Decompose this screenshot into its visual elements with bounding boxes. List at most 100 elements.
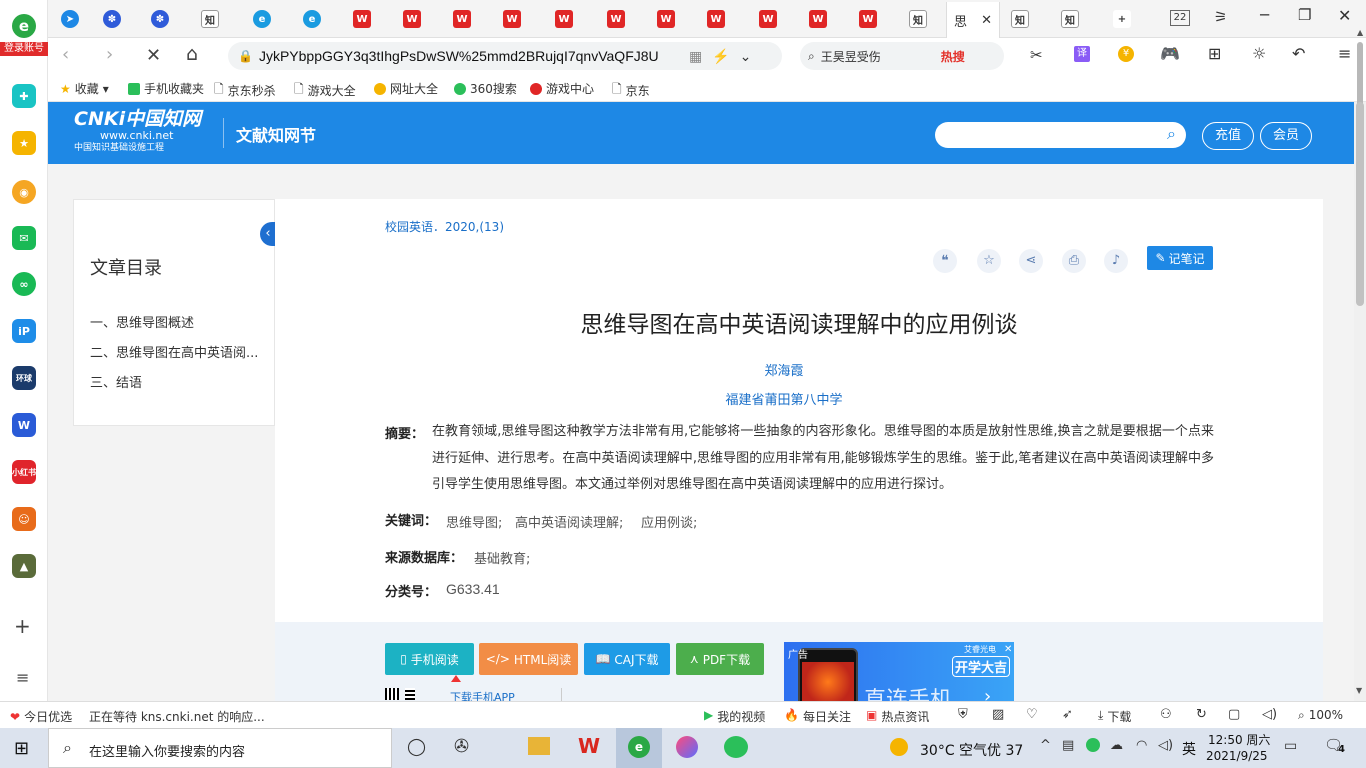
menu-icon[interactable]: ≡ — [16, 668, 29, 687]
tab-active[interactable]: 思 ✕ — [946, 2, 1000, 38]
pinwheel-icon[interactable]: ✇ — [454, 736, 469, 757]
member-button[interactable]: 会员 — [1260, 122, 1312, 150]
print-icon[interactable]: ⎙ — [1062, 249, 1086, 273]
ime-indicator[interactable]: 英 — [1182, 739, 1196, 759]
tab-counter[interactable]: 22 — [1170, 10, 1190, 26]
back-icon[interactable]: ‹ — [62, 44, 69, 65]
institution-link[interactable]: 福建省莆田第八中学 — [275, 389, 1293, 408]
mail-icon[interactable]: ✉ — [12, 226, 36, 250]
weather-text[interactable]: 30°C 空气优 37 — [920, 740, 1023, 760]
minimize-icon[interactable]: ─ — [1260, 6, 1269, 24]
caj-download-button[interactable]: 📖 CAJ下载 — [584, 643, 670, 675]
task-view-icon[interactable]: ◯ — [407, 737, 426, 757]
notification-icon[interactable]: ▭ — [1284, 738, 1297, 754]
bookmark-mobile[interactable]: 手机收藏夹 — [128, 80, 204, 97]
cnki-search-input[interactable]: ⌕ — [935, 122, 1186, 148]
ad-close-icon[interactable]: ✕ — [1004, 644, 1012, 655]
main-menu-icon[interactable]: ≡ — [1338, 44, 1351, 63]
drop-app-icon[interactable] — [676, 736, 698, 758]
html-read-button[interactable]: </> HTML阅读 — [479, 643, 578, 675]
advertisement-banner[interactable]: 广告 艾睿光电 ✕ 开学大吉 直连手机 › — [784, 642, 1014, 701]
tab-baidu-2[interactable]: ✽ — [138, 6, 182, 32]
qr-code-icon[interactable] — [385, 688, 399, 700]
clock-time[interactable]: 12:50 周六 — [1208, 731, 1270, 748]
bell-icon[interactable]: ♪ — [1104, 249, 1128, 273]
weibo-icon[interactable]: ◉ — [12, 180, 36, 204]
ip-icon[interactable]: iP — [12, 319, 36, 343]
hot-news[interactable]: ▣ 热点资讯 — [866, 708, 929, 725]
search-icon[interactable]: ⌕ — [1167, 124, 1176, 144]
undo-icon[interactable]: ↶ — [1292, 44, 1305, 63]
tab-red-7[interactable]: W — [644, 6, 688, 32]
tab-red-9[interactable]: W — [746, 6, 790, 32]
news-icon[interactable]: 环球 — [12, 366, 36, 390]
browser-taskbar-button[interactable]: e — [616, 728, 662, 768]
keyword-link[interactable]: 思维导图; — [446, 512, 502, 531]
section-title[interactable]: 文献知网节 — [236, 122, 316, 146]
refresh-icon[interactable]: ↻ — [1196, 707, 1207, 722]
favorite-star-icon[interactable]: ☆ — [977, 249, 1001, 273]
restore-icon[interactable]: ❐ — [1298, 6, 1311, 24]
share-icon[interactable]: ⋖ — [1019, 249, 1043, 273]
wifi-icon[interactable]: ◠ — [1136, 738, 1147, 753]
login-account-button[interactable]: 登录账号 — [0, 42, 48, 56]
star-icon[interactable]: ★ — [12, 131, 36, 155]
mobile-read-button[interactable]: ▯ 手机阅读 — [385, 643, 474, 675]
keyword-link[interactable]: 应用例谈; — [641, 512, 697, 531]
bookmark-jd-seckill[interactable]: 🗋 京东秒杀 — [214, 80, 276, 101]
take-note-button[interactable]: ✎ 记笔记 — [1147, 246, 1213, 270]
scissors-icon[interactable]: ✂ — [1030, 46, 1043, 64]
qr-icon[interactable]: ▦ — [689, 48, 702, 65]
tab-e-2[interactable]: e — [290, 6, 334, 32]
game2-icon[interactable]: ▲ — [12, 554, 36, 578]
volume-icon[interactable]: ◁) — [1262, 707, 1277, 722]
taskbar-search[interactable]: ⌕ 在这里输入你要搜索的内容 — [48, 728, 392, 768]
scroll-thumb[interactable] — [1356, 102, 1364, 306]
clock-date[interactable]: 2021/9/25 — [1206, 749, 1268, 763]
tab-navigation[interactable]: ➤ — [48, 6, 92, 32]
author-link[interactable]: 郑海霞 — [275, 360, 1293, 379]
recharge-button[interactable]: 充值 — [1202, 122, 1254, 150]
gamepad-icon[interactable]: ⚇ — [1160, 707, 1172, 722]
pdf-download-button[interactable]: ⋏ PDF下载 — [676, 643, 764, 675]
today-picks[interactable]: ❤ 今日优选 — [10, 708, 72, 725]
tray-plus-icon[interactable] — [1086, 738, 1100, 752]
tab-zhi-2[interactable]: 知 — [896, 6, 940, 32]
cnki-logo[interactable]: CNKi中国知网 www.cnki.net 中国知识基础设施工程 — [74, 108, 214, 158]
stop-icon[interactable]: ✕ — [146, 45, 161, 66]
window-icon[interactable]: ▢ — [1228, 707, 1240, 722]
word-icon[interactable]: W — [12, 413, 36, 437]
keyword-link[interactable]: 高中英语阅读理解; — [515, 512, 623, 531]
bookmark-sites[interactable]: 网址大全 — [374, 80, 438, 97]
tab-zhi-1[interactable]: 知 — [188, 6, 232, 32]
heartbeat-icon[interactable]: ♡ — [1026, 707, 1038, 722]
forward-icon[interactable]: › — [106, 44, 113, 65]
tray-app-icon[interactable]: ▤ — [1062, 738, 1074, 753]
tab-red-3[interactable]: W — [440, 6, 484, 32]
address-bar[interactable]: 🔒 JykPYbppGGY3q3tIhgPsDwSW%25mmd2BRujqI7… — [228, 42, 782, 70]
toc-item[interactable]: 一、思维导图概述 — [90, 312, 194, 331]
tab-red-1[interactable]: W — [340, 6, 384, 32]
tab-red-11[interactable]: W — [846, 6, 890, 32]
chevron-down-icon[interactable]: ⌄ — [740, 48, 752, 65]
image-icon[interactable]: ▨ — [992, 707, 1004, 722]
zoom-control[interactable]: ⌕ 100% — [1298, 708, 1343, 723]
search-box[interactable]: ⌕ 王昊昱受伤 热搜 — [800, 42, 1004, 70]
scroll-up-icon[interactable]: ▲ — [1357, 28, 1363, 37]
game-icon[interactable]: ☺ — [12, 507, 36, 531]
hot-search-label[interactable]: 热搜 — [941, 48, 965, 65]
toc-item[interactable]: 二、思维导图在高中英语阅... — [90, 342, 258, 361]
quote-icon[interactable]: ❝ — [933, 249, 957, 273]
xiaohongshu-icon[interactable]: 小红书 — [12, 460, 36, 484]
vertical-scrollbar[interactable]: ▲ ▼ — [1354, 28, 1366, 701]
wechat-icon[interactable] — [724, 736, 748, 758]
journal-name[interactable]: 校园英语 — [385, 220, 433, 234]
shield-icon[interactable]: ⛨ — [958, 707, 968, 722]
home-icon[interactable]: ⌂ — [186, 43, 198, 65]
shirt-icon[interactable]: ⚞ — [1214, 8, 1227, 26]
brightness-icon[interactable]: ☼ — [1252, 44, 1266, 63]
apps-icon[interactable]: ⊞ — [1208, 44, 1221, 63]
file-explorer-icon[interactable] — [528, 737, 550, 755]
close-tab-icon[interactable]: ✕ — [981, 13, 992, 28]
coin-icon[interactable]: ¥ — [1118, 46, 1134, 62]
